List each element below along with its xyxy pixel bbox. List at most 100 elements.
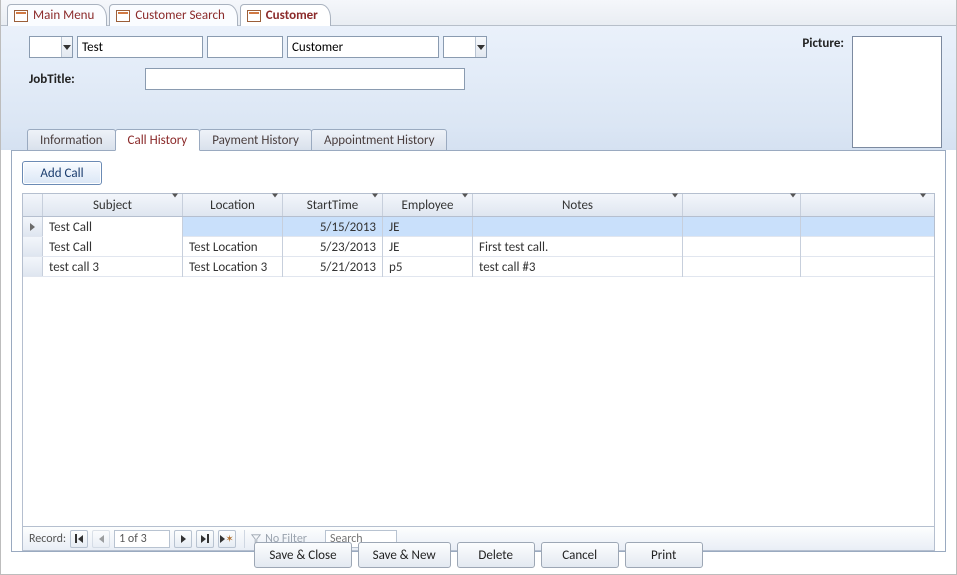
column-dropdown-icon[interactable] xyxy=(172,198,178,213)
customer-header: JobTitle: Picture: xyxy=(1,26,956,126)
cell-location[interactable] xyxy=(183,217,283,237)
last-name-field[interactable] xyxy=(287,36,439,58)
column-dropdown-icon[interactable] xyxy=(272,198,278,213)
col-header-subject[interactable]: Subject xyxy=(43,194,183,216)
doc-tab-label: Main Menu xyxy=(33,8,94,23)
tab-appointment-history[interactable]: Appointment History xyxy=(311,129,448,151)
column-dropdown-icon[interactable] xyxy=(462,198,468,213)
col-header-notes[interactable]: Notes xyxy=(473,194,683,216)
tab-payment-history[interactable]: Payment History xyxy=(199,129,312,151)
chevron-down-icon xyxy=(477,45,485,50)
row-selector[interactable] xyxy=(23,257,43,276)
form-icon xyxy=(14,10,28,22)
chevron-down-icon xyxy=(462,194,468,213)
tab-label: Appointment History xyxy=(324,133,435,148)
cell-starttime[interactable]: 5/23/2013 xyxy=(283,237,383,257)
document-tab-strip: Main Menu Customer Search Customer xyxy=(1,0,956,26)
tab-label: Information xyxy=(40,133,103,148)
doc-tab-customer-search[interactable]: Customer Search xyxy=(109,4,237,26)
select-all-corner[interactable] xyxy=(23,194,43,216)
chevron-down-icon xyxy=(63,45,71,50)
cell-notes[interactable]: test call #3 xyxy=(473,257,683,277)
col-header-blank[interactable] xyxy=(801,194,934,216)
middle-name-input[interactable] xyxy=(208,38,282,56)
chevron-down-icon xyxy=(372,194,378,213)
last-name-input[interactable] xyxy=(288,38,438,56)
app-window: Main Menu Customer Search Customer xyxy=(0,0,957,575)
cell-blank[interactable] xyxy=(683,217,801,237)
table-row[interactable]: test call 3Test Location 35/21/2013p5tes… xyxy=(23,257,934,277)
middle-name-field[interactable] xyxy=(207,36,283,58)
table-row[interactable]: Test CallTest Location5/23/2013JEFirst t… xyxy=(23,237,934,257)
first-name-input[interactable] xyxy=(78,38,202,56)
cancel-button[interactable]: Cancel xyxy=(541,542,619,568)
col-header-location[interactable]: Location xyxy=(183,194,283,216)
column-dropdown-icon[interactable] xyxy=(672,198,678,213)
save-new-button[interactable]: Save & New xyxy=(358,542,451,568)
col-label: Notes xyxy=(562,198,593,213)
tab-call-history[interactable]: Call History xyxy=(115,129,201,151)
jobtitle-input[interactable] xyxy=(146,69,464,89)
doc-tab-label: Customer Search xyxy=(135,8,224,23)
column-dropdown-icon[interactable] xyxy=(920,198,926,213)
cell-employee[interactable]: JE xyxy=(383,217,473,237)
tab-label: Call History xyxy=(128,133,188,148)
cell-subject[interactable]: Test Call xyxy=(43,237,183,257)
col-label: Subject xyxy=(93,198,132,213)
cell-employee[interactable]: JE xyxy=(383,237,473,257)
chevron-down-icon xyxy=(672,194,678,213)
form-icon xyxy=(247,10,261,22)
cell-blank[interactable] xyxy=(801,217,934,237)
cell-location[interactable]: Test Location 3 xyxy=(183,257,283,277)
cell-subject[interactable]: Test Call xyxy=(43,217,183,237)
cell-notes[interactable] xyxy=(473,217,683,237)
call-history-panel: Add Call Subject Location StartTime xyxy=(11,150,946,552)
add-call-button[interactable]: Add Call xyxy=(22,161,102,185)
inner-tab-strip: Information Call History Payment History… xyxy=(1,126,956,150)
dropdown-button[interactable] xyxy=(475,37,486,57)
doc-tab-customer[interactable]: Customer xyxy=(240,4,331,26)
tab-information[interactable]: Information xyxy=(27,129,116,151)
prefix-input[interactable] xyxy=(30,38,61,56)
datasheet-body: Test Call5/15/2013JETest CallTest Locati… xyxy=(23,217,934,526)
picture-label: Picture: xyxy=(802,36,844,51)
cell-employee[interactable]: p5 xyxy=(383,257,473,277)
suffix-combo[interactable] xyxy=(443,36,487,58)
cell-notes[interactable]: First test call. xyxy=(473,237,683,257)
delete-button[interactable]: Delete xyxy=(457,542,535,568)
form-icon xyxy=(116,10,130,22)
cell-location[interactable]: Test Location xyxy=(183,237,283,257)
suffix-input[interactable] xyxy=(444,38,475,56)
cell-blank[interactable] xyxy=(801,257,934,277)
table-row[interactable]: Test Call 5/15/2013JE xyxy=(23,217,934,237)
cell-starttime[interactable]: 5/21/2013 xyxy=(283,257,383,277)
chevron-down-icon xyxy=(272,194,278,213)
first-name-field[interactable] xyxy=(77,36,203,58)
save-close-button[interactable]: Save & Close xyxy=(254,542,351,568)
column-dropdown-icon[interactable] xyxy=(372,198,378,213)
picture-frame[interactable] xyxy=(852,36,942,148)
cell-blank[interactable] xyxy=(683,257,801,277)
datasheet-header: Subject Location StartTime Employee xyxy=(23,194,934,217)
calls-datasheet: Subject Location StartTime Employee xyxy=(22,193,935,551)
current-record-icon xyxy=(30,223,35,231)
column-dropdown-icon[interactable] xyxy=(790,198,796,213)
cell-blank[interactable] xyxy=(801,237,934,257)
col-label: Employee xyxy=(402,198,454,213)
doc-tab-main-menu[interactable]: Main Menu xyxy=(7,4,107,26)
doc-tab-label: Customer xyxy=(266,8,318,23)
cell-starttime[interactable]: 5/15/2013 xyxy=(283,217,383,237)
chevron-down-icon xyxy=(172,194,178,213)
row-selector[interactable] xyxy=(23,237,43,256)
print-button[interactable]: Print xyxy=(625,542,703,568)
col-header-employee[interactable]: Employee xyxy=(383,194,473,216)
col-header-blank[interactable] xyxy=(683,194,801,216)
cell-subject[interactable]: test call 3 xyxy=(43,257,183,277)
row-selector[interactable] xyxy=(23,217,43,236)
cell-blank[interactable] xyxy=(683,237,801,257)
col-header-starttime[interactable]: StartTime xyxy=(283,194,383,216)
prefix-combo[interactable] xyxy=(29,36,73,58)
dropdown-button[interactable] xyxy=(61,37,72,57)
jobtitle-field[interactable] xyxy=(145,68,465,90)
col-label: StartTime xyxy=(307,198,358,213)
